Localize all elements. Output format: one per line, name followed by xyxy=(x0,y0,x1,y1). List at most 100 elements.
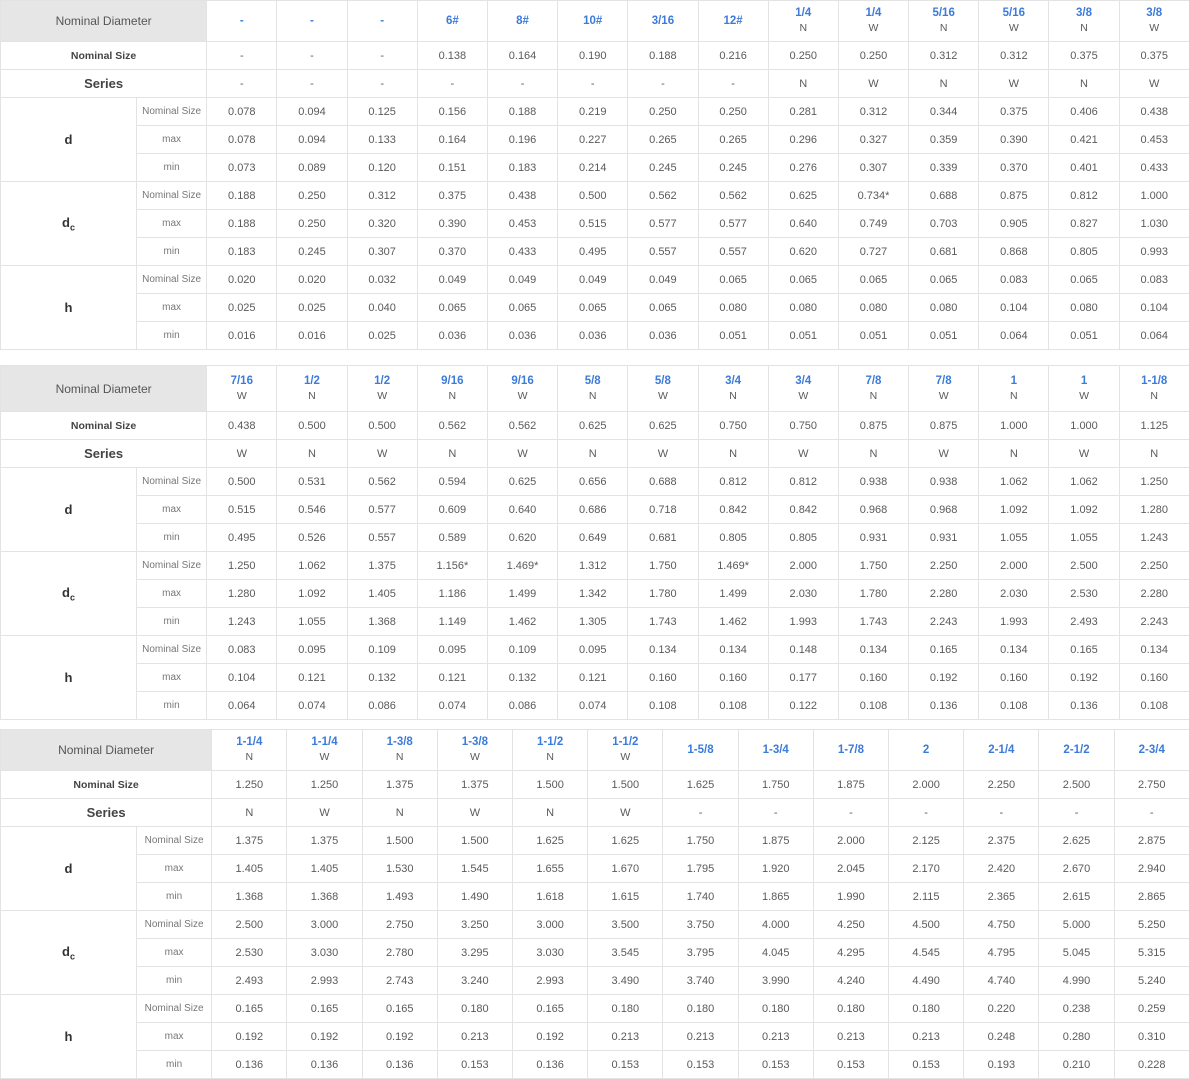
group-d-label: d xyxy=(1,468,137,552)
nominal-diameter-header: 2-1/4 xyxy=(964,730,1039,771)
d-nominal-cell: 1.625 xyxy=(513,827,588,855)
nominal-size-cell: 0.500 xyxy=(277,412,347,440)
h-nominal-cell: 0.020 xyxy=(277,266,347,294)
min-label: min xyxy=(137,608,207,636)
h-nominal-row: hNominal Size0.0200.0200.0320.0490.0490.… xyxy=(1,266,1189,294)
d-min-cell: 2.615 xyxy=(1039,883,1114,911)
dc-nominal-cell: 0.250 xyxy=(277,182,347,210)
h-min-cell: 0.136 xyxy=(909,692,979,720)
h-min-cell: 0.122 xyxy=(768,692,838,720)
h-min-cell: 0.108 xyxy=(1119,692,1189,720)
group-dc-label: dc xyxy=(1,182,137,266)
nominal-diameter-header: 7/8W xyxy=(909,366,979,412)
series-cell: - xyxy=(738,799,813,827)
nominal-label: Nominal Size xyxy=(137,827,212,855)
dc-max-cell: 1.030 xyxy=(1119,210,1189,238)
dc-min-cell: 4.990 xyxy=(1039,967,1114,995)
d-min-cell: 0.073 xyxy=(207,154,277,182)
dc-max-cell: 5.315 xyxy=(1114,939,1189,967)
nominal-size-cell: 0.250 xyxy=(838,42,908,70)
d-nominal-cell: 0.812 xyxy=(768,468,838,496)
d-max-cell: 2.045 xyxy=(813,855,888,883)
max-label: max xyxy=(137,126,207,154)
d-max-cell: 0.718 xyxy=(628,496,698,524)
d-max-cell: 2.670 xyxy=(1039,855,1114,883)
series-cell: - xyxy=(964,799,1039,827)
d-min-cell: 0.245 xyxy=(698,154,768,182)
d-max-cell: 1.795 xyxy=(663,855,738,883)
series-cell: N xyxy=(513,799,588,827)
dc-min-cell: 0.805 xyxy=(1049,238,1119,266)
nominal-diameter-header: 1/2 W xyxy=(347,366,417,412)
h-max-cell: 0.160 xyxy=(628,664,698,692)
nominal-diameter-value: 1/2 xyxy=(374,375,390,387)
dc-min-cell: 0.993 xyxy=(1119,238,1189,266)
h-min-cell: 0.036 xyxy=(417,322,487,350)
dc-max-cell: 1.342 xyxy=(558,580,628,608)
d-nominal-cell: 0.656 xyxy=(558,468,628,496)
header-series-value: W xyxy=(628,389,697,404)
dc-max-cell: 1.186 xyxy=(417,580,487,608)
dc-nominal-cell: 0.562 xyxy=(628,182,698,210)
nominal-diameter-value: 1/4 xyxy=(865,7,881,19)
nominal-diameter-header: 3/4N xyxy=(698,366,768,412)
series-row: Series--------NWNWNWN xyxy=(1,70,1189,98)
d-max-cell: 0.359 xyxy=(909,126,979,154)
d-nominal-cell: 0.531 xyxy=(277,468,347,496)
nominal-diameter-header: 1-1/4W xyxy=(287,730,362,771)
dc-nominal-cell: 1.375 xyxy=(347,552,417,580)
nominal-diameter-header: 6# xyxy=(417,1,487,42)
nominal-diameter-value: 1-1/2 xyxy=(612,736,638,748)
header-series-value: N xyxy=(363,750,437,765)
d-min-cell: 1.990 xyxy=(813,883,888,911)
h-max-row: max0.1040.1210.1320.1210.1320.1210.1600.… xyxy=(1,664,1189,692)
dimension-table: Nominal Diameter---6#8#10#3/1612#1/4N1/4… xyxy=(0,0,1189,350)
dc-nominal-cell: 5.000 xyxy=(1039,911,1114,939)
dc-max-cell: 4.795 xyxy=(964,939,1039,967)
header-series-value: W xyxy=(348,389,417,404)
d-nominal-cell: 1.500 xyxy=(437,827,512,855)
h-max-cell: 0.280 xyxy=(1039,1023,1114,1051)
h-nominal-cell: 0.049 xyxy=(628,266,698,294)
dc-max-cell: 4.295 xyxy=(813,939,888,967)
d-min-cell: 0.120 xyxy=(347,154,417,182)
dc-min-cell: 0.307 xyxy=(347,238,417,266)
dc-max-cell: 3.030 xyxy=(287,939,362,967)
d-nominal-cell: 0.688 xyxy=(628,468,698,496)
dc-max-cell: 0.320 xyxy=(347,210,417,238)
d-nominal-cell: 0.250 xyxy=(698,98,768,126)
header-series-value: W xyxy=(839,21,908,36)
nominal-diameter-value: 5/16 xyxy=(932,7,954,19)
dc-min-cell: 0.557 xyxy=(698,238,768,266)
nominal-diameter-value: 1-3/8 xyxy=(387,736,413,748)
dc-max-cell: 1.405 xyxy=(347,580,417,608)
nominal-diameter-header: 1-1/2N xyxy=(513,730,588,771)
d-nominal-row: dNominal Size0.5000.5310.5620.5940.6250.… xyxy=(1,468,1189,496)
d-min-cell: 0.276 xyxy=(768,154,838,182)
d-min-cell: 0.339 xyxy=(909,154,979,182)
d-nominal-cell: 0.500 xyxy=(207,468,277,496)
nominal-size-cell: 1.250 xyxy=(212,771,287,799)
d-max-cell: 0.546 xyxy=(277,496,347,524)
h-min-cell: 0.136 xyxy=(513,1051,588,1079)
d-max-cell: 0.390 xyxy=(979,126,1049,154)
nominal-diameter-value: 1-3/8 xyxy=(462,736,488,748)
nominal-size-cell: 1.000 xyxy=(1049,412,1119,440)
nominal-size-cell: 0.625 xyxy=(558,412,628,440)
d-max-cell: 1.545 xyxy=(437,855,512,883)
d-min-cell: 0.183 xyxy=(487,154,557,182)
h-min-row: min0.1360.1360.1360.1530.1360.1530.1530.… xyxy=(1,1051,1189,1079)
nominal-diameter-header: 2 xyxy=(889,730,964,771)
nominal-size-cell: 1.250 xyxy=(287,771,362,799)
header-series-value: N xyxy=(1049,21,1118,36)
h-max-cell: 0.065 xyxy=(558,294,628,322)
series-cell: W xyxy=(588,799,663,827)
dc-nominal-cell: 3.750 xyxy=(663,911,738,939)
nominal-size-cell: 1.375 xyxy=(437,771,512,799)
d-max-cell: 0.227 xyxy=(558,126,628,154)
min-label: min xyxy=(137,967,212,995)
h-nominal-cell: 0.220 xyxy=(964,995,1039,1023)
nominal-diameter-value: 2 xyxy=(923,744,929,756)
h-min-cell: 0.108 xyxy=(698,692,768,720)
d-min-cell: 0.805 xyxy=(768,524,838,552)
